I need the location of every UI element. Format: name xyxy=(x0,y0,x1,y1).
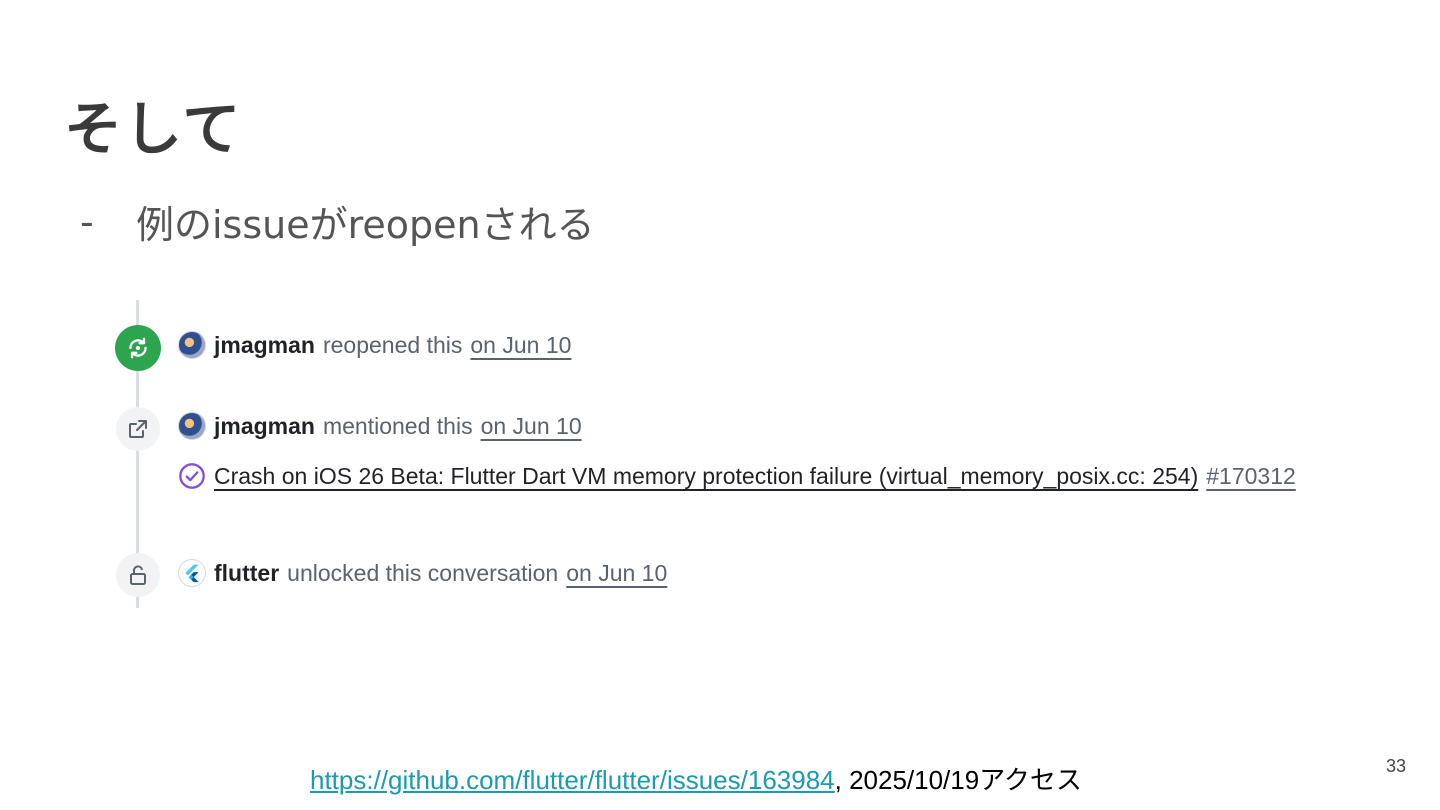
event-action: mentioned this xyxy=(322,412,473,439)
unlock-icon xyxy=(130,565,146,585)
source-citation: https://github.com/flutter/flutter/issue… xyxy=(310,760,1082,797)
event-action: reopened this xyxy=(322,331,463,358)
cross-reference-badge xyxy=(116,407,160,451)
avatar[interactable] xyxy=(178,331,206,359)
timeline-event-mentioned: jmagman mentioned this on Jun 10 xyxy=(178,412,582,440)
bullet-dash: - xyxy=(80,199,94,244)
slide-title: そして xyxy=(64,95,243,163)
source-link[interactable]: https://github.com/flutter/flutter/issue… xyxy=(310,765,835,795)
referenced-issue: Crash on iOS 26 Beta: Flutter Dart VM me… xyxy=(178,462,1296,490)
bullet-text: 例のissueがreopenされる xyxy=(136,203,595,247)
reopen-badge xyxy=(115,325,161,371)
timeline-event-unlocked: flutter unlocked this conversation on Ju… xyxy=(178,559,667,587)
cross-reference-icon xyxy=(129,420,147,438)
issue-timeline-screenshot: jmagman reopened this on Jun 10 jmagman … xyxy=(110,300,1410,610)
event-date-link[interactable]: on Jun 10 xyxy=(481,413,582,440)
event-date-link[interactable]: on Jun 10 xyxy=(566,560,667,587)
page-number: 33 xyxy=(1385,756,1406,776)
issue-closed-check-icon xyxy=(179,463,205,489)
actor-link[interactable]: jmagman xyxy=(214,413,315,440)
flutter-logo-avatar[interactable] xyxy=(178,559,206,587)
access-date: , 2025/10/19アクセス xyxy=(834,765,1082,795)
timeline-event-reopened: jmagman reopened this on Jun 10 xyxy=(178,331,571,359)
avatar[interactable] xyxy=(178,412,206,440)
referenced-issue-title-link[interactable]: Crash on iOS 26 Beta: Flutter Dart VM me… xyxy=(214,463,1198,490)
flutter-logo-icon xyxy=(185,564,199,583)
referenced-issue-number-link[interactable]: #170312 xyxy=(1206,463,1296,490)
unlock-badge xyxy=(116,553,160,597)
bullet-item: - 例のissueがreopenされる xyxy=(80,194,595,249)
event-date-link[interactable]: on Jun 10 xyxy=(470,332,571,359)
actor-link[interactable]: jmagman xyxy=(214,332,315,359)
actor-link[interactable]: flutter xyxy=(214,560,279,587)
reopen-icon xyxy=(129,337,147,359)
event-action: unlocked this conversation xyxy=(287,559,559,586)
